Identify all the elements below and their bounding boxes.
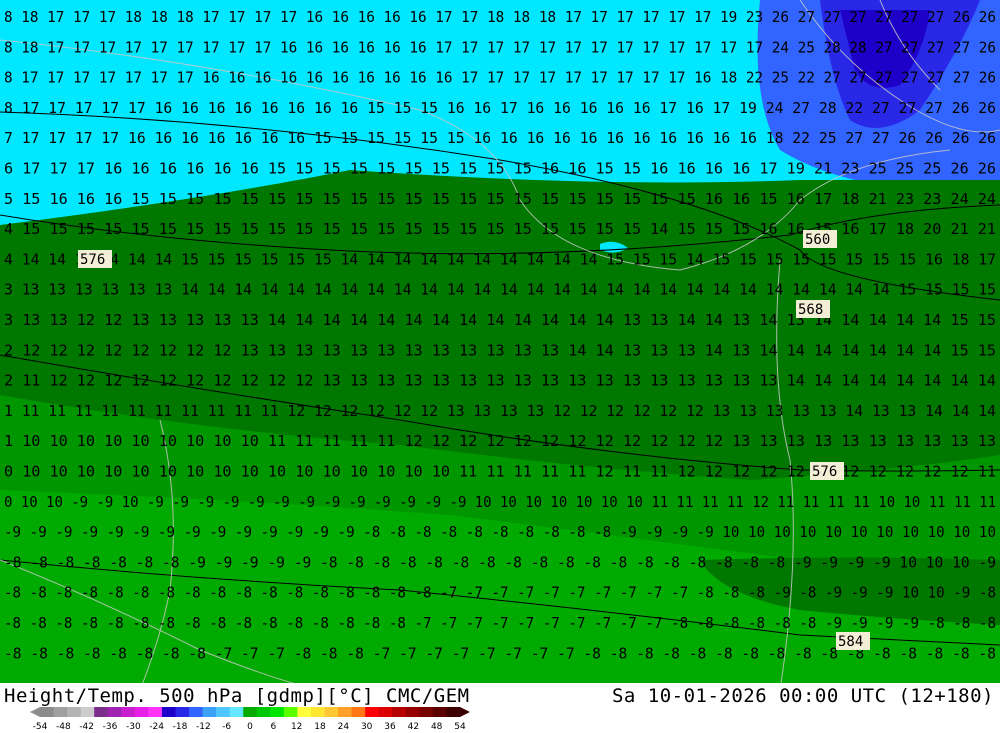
legend-swatch: [256, 707, 271, 717]
legend-swatch: [365, 707, 380, 717]
legend-ticks: -54 -48 -42 -36 -30 -24 -18 -12 -6 0 6 12 18 24 30 36 42…: [33, 722, 466, 732]
legend-swatch: [324, 707, 339, 717]
legend-swatch: [202, 707, 217, 717]
temperature-row: -9 -9 -9 -9 -9 -9 -9 -9 -9 -9 -9 -9 -9 -…: [4, 523, 996, 541]
temperature-row: 7 17 17 17 17 16 16 16 16 16 16 16 15 15…: [4, 129, 996, 147]
legend-tick-label: 36: [384, 722, 396, 732]
legend-swatch: [405, 707, 420, 717]
legend-swatch: [107, 707, 122, 717]
legend-tick-label: -30: [126, 722, 141, 732]
temperature-row: 2 11 12 12 12 12 12 12 12 12 12 12 13 13…: [4, 372, 996, 390]
legend-swatch: [351, 707, 366, 717]
legend-tick-label: 48: [431, 722, 443, 732]
temperature-row: 3 13 13 13 13 13 13 14 14 14 14 14 14 14…: [4, 281, 996, 299]
legend-swatch: [80, 707, 95, 717]
legend-tick-label: 6: [270, 722, 276, 732]
temperature-row: 8 17 17 17 17 17 16 16 16 16 16 16 16 16…: [4, 99, 996, 117]
height-label-576-east: 576: [812, 464, 837, 480]
temperature-row: 0 10 10 -9 -9 10 -9 -9 -9 -9 -9 -9 -9 -9…: [4, 493, 996, 511]
temperature-row: -8 -8 -8 -8 -8 -8 -8 -8 -8 -8 -8 -8 -8 -…: [4, 584, 996, 602]
map-footer: Height/Temp. 500 hPa [gdmp][°C] CMC/GEM …: [0, 683, 1000, 733]
temperature-row: -8 -8 -8 -8 -8 -8 -8 -8 -8 -8 -8 -8 -8 -…: [4, 614, 996, 632]
legend-swatch: [310, 707, 326, 717]
legend-swatch: [419, 707, 434, 717]
legend-tick-label: 18: [314, 722, 326, 732]
legend-swatch: [243, 707, 258, 717]
temperature-row: 4 15 15 15 15 15 15 15 15 15 15 15 15 15…: [4, 220, 996, 238]
legend-swatch: [270, 707, 285, 717]
legend-swatch: [189, 707, 204, 717]
legend-swatch: [161, 707, 176, 717]
legend-arrow-left: [30, 707, 40, 717]
legend-tick-label: -48: [56, 722, 71, 732]
legend-swatch: [94, 707, 109, 717]
legend-swatch: [229, 707, 244, 717]
legend-tick-label: 30: [361, 722, 373, 732]
legend-tick-label: -36: [103, 722, 118, 732]
valid-time: Sa 10-01-2026 00:00 UTC (12+180): [611, 685, 994, 707]
legend-swatch: [378, 707, 393, 717]
temperature-row: -8 -8 -8 -8 -8 -8 -8 -9 -9 -9 -9 -9 -8 -…: [4, 553, 996, 571]
legend-swatch: [297, 707, 312, 717]
legend-swatch: [392, 707, 407, 717]
legend-tick-label: -12: [196, 722, 211, 732]
map-title: Height/Temp. 500 hPa [gdmp][°C] CMC/GEM: [4, 685, 470, 707]
height-label-box: 560: [803, 230, 837, 248]
legend-swatch: [432, 707, 447, 717]
legend-tick-label: -42: [79, 722, 94, 732]
legend-tick-label: -6: [222, 722, 231, 732]
temperature-row: 1 11 11 11 11 11 11 11 11 11 11 12 12 12…: [4, 402, 996, 420]
weather-map-viewer: 8 18 17 17 17 18 18 18 17 17 17 17 16 16…: [0, 0, 1000, 733]
temperature-row: 8 17 17 17 17 17 17 17 16 16 16 16 16 16…: [4, 69, 996, 87]
legend-tick-label: 24: [338, 722, 350, 732]
temperature-row: 8 18 17 17 17 17 17 17 17 17 17 16 16 16…: [4, 38, 996, 56]
legend-swatch: [216, 707, 231, 717]
temperature-row: 6 17 17 17 16 16 16 16 16 16 15 15 15 15…: [4, 160, 996, 178]
legend-tick-label: 12: [291, 722, 302, 732]
height-label-box: 568: [796, 300, 830, 318]
legend-swatch: [148, 707, 163, 717]
legend-arrow-right: [460, 707, 470, 717]
height-label-576-west: 576: [80, 252, 105, 268]
legend-swatch: [175, 707, 190, 717]
height-label-584: 584: [838, 634, 863, 650]
legend-tick-label: 42: [408, 722, 419, 732]
legend-swatch: [53, 707, 68, 717]
legend-swatch: [67, 707, 82, 717]
temperature-row: 8 18 17 17 17 18 18 18 17 17 17 17 16 16…: [4, 8, 996, 26]
height-label-568: 568: [798, 302, 823, 318]
legend-swatch: [446, 707, 461, 717]
temperature-row: 1 10 10 10 10 10 10 10 10 10 11 11 11 11…: [4, 432, 996, 450]
legend-tick-label: -18: [173, 722, 188, 732]
temperature-legend: -54 -48 -42 -36 -30 -24 -18 -12 -6 0 6 12 18 24 30 36 42…: [30, 707, 470, 732]
temperature-row: 0 10 10 10 10 10 10 10 10 10 10 10 10 10…: [4, 463, 996, 481]
temperature-row: 2 12 12 12 12 12 12 12 12 13 13 13 13 13…: [4, 341, 996, 359]
temperature-map: 8 18 17 17 17 18 18 18 17 17 17 17 16 16…: [0, 0, 1000, 690]
legend-swatch: [338, 707, 353, 717]
height-label-box: 584: [836, 632, 870, 650]
legend-swatches: [30, 707, 470, 717]
legend-swatch: [121, 707, 136, 717]
legend-swatch: [134, 707, 149, 717]
height-label-560: 560: [805, 232, 830, 248]
legend-tick-label: -54: [33, 722, 48, 732]
height-label-box: 576: [78, 250, 112, 268]
temperature-row: 4 14 14 14 14 14 14 15 15 15 15 15 15 14…: [4, 250, 996, 268]
legend-tick-label: -24: [149, 722, 164, 732]
legend-tick-label: 54: [454, 722, 466, 732]
legend-tick-label: 0: [247, 722, 253, 732]
height-label-box: 576: [810, 462, 844, 480]
temperature-row: 5 15 16 16 16 15 15 15 15 15 15 15 15 15…: [4, 190, 996, 208]
temperature-row: 3 13 13 12 12 13 13 13 13 13 14 14 14 14…: [4, 311, 996, 329]
legend-swatch: [283, 707, 298, 717]
legend-swatch: [40, 707, 55, 717]
